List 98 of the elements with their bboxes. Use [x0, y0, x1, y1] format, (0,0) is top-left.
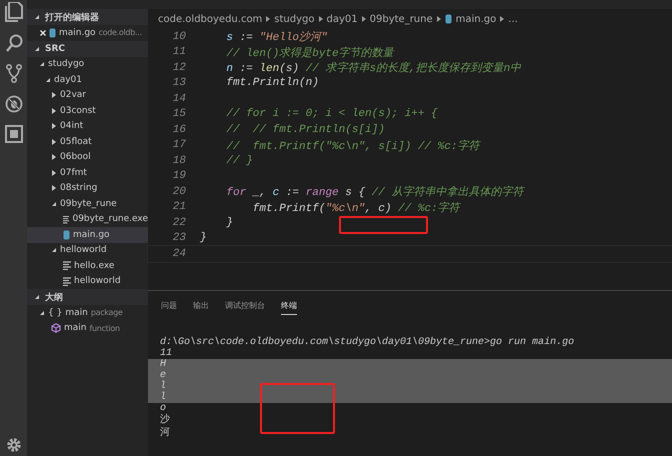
file-lines-icon	[63, 261, 71, 270]
collapsed-caret-icon	[51, 154, 57, 160]
expanded-caret-icon	[39, 310, 45, 316]
line-number: 22	[172, 216, 187, 229]
open-editor-item[interactable]: main.go code.oldb...	[27, 25, 148, 40]
terminal-line: 河	[159, 427, 171, 440]
code-line: for _, c := range s { // 从字符串中拿出具体的字符	[225, 184, 524, 200]
search-icon[interactable]	[4, 34, 22, 52]
file-lines-icon	[62, 214, 70, 224]
tree-item[interactable]: 08string	[27, 180, 148, 196]
expanded-caret-icon	[39, 61, 45, 68]
code-line: n := len(s) // 求字符串s的长度,把长度保存到变量n中	[225, 60, 522, 76]
code-line: fmt.Println(n)	[225, 77, 319, 90]
tree-item[interactable]: helloworld	[27, 242, 148, 258]
terminal-line: o	[159, 403, 166, 414]
collapsed-caret-icon	[51, 185, 57, 192]
tree-item[interactable]: 07fmt	[27, 165, 148, 180]
code-line: // len()求得是byte字节的数量	[225, 46, 394, 60]
line-number: 23	[172, 232, 187, 244]
expanded-caret-icon	[34, 14, 40, 20]
chevron-icon	[318, 16, 322, 22]
tree-item[interactable]: 09byte_rune.exe	[27, 212, 148, 227]
code-line: }	[200, 232, 207, 244]
file-lines-icon	[63, 276, 71, 286]
braces-icon: { }	[48, 308, 62, 318]
terminal-line: d:\Go\src\code.oldboyedu.com\studygo\day01\09byte_rune>go run main.go	[159, 337, 576, 348]
expanded-caret-icon	[51, 200, 57, 207]
line-number: 20	[172, 186, 187, 198]
line-number: 14	[172, 92, 187, 105]
breadcrumb-item[interactable]: code.oldboyedu.com	[158, 14, 262, 24]
terminal-line: 11	[159, 348, 174, 359]
expanded-caret-icon	[45, 76, 51, 83]
panel-tab[interactable]: 问题	[161, 300, 177, 315]
line-number: 19	[172, 170, 187, 182]
settings-icon[interactable]	[4, 436, 22, 454]
line-number: 17	[172, 139, 187, 152]
files-icon[interactable]	[4, 2, 22, 22]
line-number: 12	[172, 62, 187, 74]
tree-item[interactable]: 09byte_rune	[27, 196, 148, 212]
chevron-icon	[266, 16, 270, 22]
line-number: 10	[172, 30, 187, 43]
tree-item[interactable]: 06bool	[27, 150, 148, 165]
line-number: 13	[172, 77, 187, 90]
collapsed-caret-icon	[51, 138, 57, 145]
terminal-line: 沙	[159, 414, 171, 427]
breadcrumb-item[interactable]: studygo	[274, 14, 314, 24]
section-header[interactable]: 大纲	[27, 289, 148, 305]
expanded-caret-icon	[34, 46, 40, 52]
breadcrumb-item[interactable]: ...	[508, 14, 518, 24]
chevron-icon	[362, 16, 366, 22]
code-line: s := "Hello沙河"	[225, 30, 328, 44]
tree-item[interactable]: 04int	[27, 118, 148, 134]
outline-item[interactable]: { } main package	[27, 305, 148, 320]
expanded-caret-icon	[34, 294, 40, 300]
section-header[interactable]: 打开的编辑器	[27, 9, 148, 25]
breadcrumb-item[interactable]: day01	[326, 14, 358, 24]
line-number: 15	[172, 108, 187, 120]
tree-item[interactable]: day01	[27, 72, 148, 88]
section-header[interactable]: SRC	[27, 40, 148, 56]
tree-item[interactable]: 03const	[27, 103, 148, 118]
close-icon[interactable]	[40, 30, 46, 36]
breadcrumb-item[interactable]: main.go	[456, 14, 496, 24]
code-line: }	[225, 216, 234, 229]
outline-item[interactable]: main function	[27, 320, 148, 336]
source-control-icon[interactable]	[4, 64, 22, 83]
tree-item[interactable]: 02var	[27, 88, 148, 103]
chevron-icon	[436, 16, 441, 22]
line-number: 16	[172, 124, 187, 136]
tree-item[interactable]: helloworld	[27, 274, 148, 289]
chevron-icon	[500, 16, 504, 22]
expanded-caret-icon	[51, 247, 57, 254]
tree-item[interactable]: main.go	[27, 227, 148, 242]
code-line: // }	[225, 154, 253, 167]
line-number: 11	[172, 46, 187, 58]
file-icon	[444, 14, 452, 24]
file-icon	[63, 230, 70, 240]
code-line: // // fmt.Println(s[i])	[225, 124, 385, 136]
panel-tab[interactable]: 输出	[193, 300, 209, 315]
extensions-icon[interactable]	[4, 125, 22, 143]
collapsed-caret-icon	[51, 170, 57, 176]
line-number: 21	[172, 201, 187, 214]
panel-tab[interactable]: 终端	[281, 300, 297, 315]
panel-tab[interactable]: 调试控制台	[225, 300, 265, 315]
code-line: fmt.Printf("%c\n", c) // %c:字符	[252, 200, 460, 215]
code-line: // fmt.Printf("%c\n", s[i]) // %c:字符	[225, 138, 480, 153]
tree-item[interactable]: hello.exe	[27, 258, 148, 274]
cube-icon	[51, 323, 61, 334]
file-icon	[49, 28, 56, 38]
collapsed-caret-icon	[51, 92, 57, 98]
debug-icon[interactable]	[4, 95, 22, 113]
line-number: 24	[172, 248, 187, 260]
tree-item[interactable]: studygo	[27, 56, 148, 72]
line-number: 18	[172, 154, 187, 167]
collapsed-caret-icon	[51, 108, 57, 114]
breadcrumb-item[interactable]: 09byte_rune	[370, 14, 433, 24]
tree-item[interactable]: 05float	[27, 134, 148, 150]
code-line: // for i := 0; i < len(s); i++ {	[225, 108, 438, 120]
collapsed-caret-icon	[51, 123, 57, 130]
